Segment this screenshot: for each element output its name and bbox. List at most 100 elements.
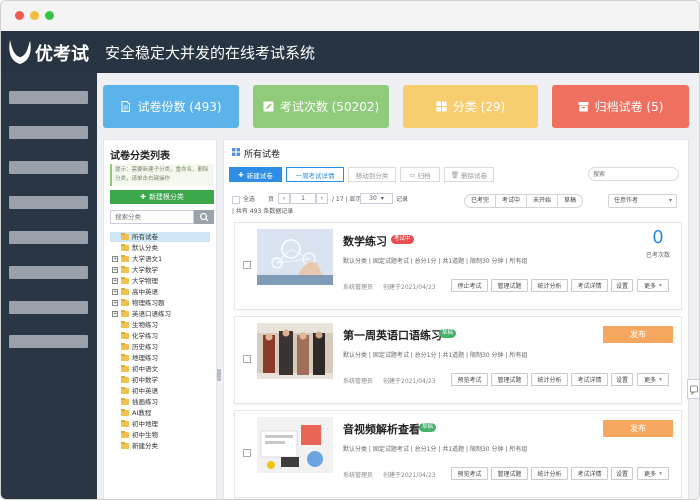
exam-meta: 默认分类 | 固定试题考试 | 总分1分 | 共1道题 | 限制30 分钟 | … [343, 258, 528, 265]
exam-list-title: 所有试卷 [244, 150, 281, 160]
next-page-button[interactable]: › [316, 193, 328, 204]
app-window: 优考试 安全稳定大并发的在线考试系统 试卷份数 (493) 考试次数 (5020… [0, 0, 700, 500]
manage-questions-button[interactable]: 管理试题 [491, 373, 528, 386]
new-exam-button[interactable]: ✚ 新建试卷 [229, 167, 282, 182]
stat-exam-count[interactable]: 考试次数 (50202) [253, 85, 389, 128]
exam-detail-button[interactable]: 考试详情 [571, 467, 608, 480]
delete-exam-button[interactable]: 🗑 删除试卷 [444, 167, 494, 182]
publish-button[interactable]: 发布 [603, 326, 673, 343]
sidebar-item-3[interactable] [9, 161, 88, 174]
statistics-button[interactable]: 统计分析 [531, 373, 568, 386]
filter-in-progress[interactable]: 考试中 [496, 195, 528, 207]
exam-thumbnail [257, 323, 333, 379]
exam-title[interactable]: 音视频解析查看 [343, 421, 420, 437]
sidebar-item-4[interactable] [9, 196, 88, 209]
exam-detail-button[interactable]: 考试详情 [571, 373, 608, 386]
status-badge: 考试中 [391, 235, 414, 244]
settings-button[interactable]: 设置 [611, 467, 633, 480]
prev-page-button[interactable]: ‹ [278, 193, 290, 204]
per-page-select[interactable]: 30 ▾ [360, 193, 393, 204]
exam-title[interactable]: 第一周英语口语练习 [343, 327, 442, 343]
expand-icon[interactable]: + [112, 289, 118, 295]
filter-finished[interactable]: 已考完 [465, 195, 497, 207]
sidebar-item-6[interactable] [9, 266, 88, 279]
tree-item[interactable]: 所有试卷 [110, 232, 210, 242]
tree-item-label: 大学物理 [132, 277, 158, 285]
expand-icon[interactable]: + [112, 256, 118, 262]
filter-draft[interactable]: 草稿 [558, 195, 582, 207]
settings-button[interactable]: 设置 [611, 373, 633, 386]
tree-item-label: 初中语文 [132, 365, 158, 373]
more-button[interactable]: 更多 ▾ [637, 279, 669, 292]
chevron-down-icon: ▾ [659, 376, 663, 383]
manage-questions-button[interactable]: 管理试题 [491, 467, 528, 480]
stat-exam-papers[interactable]: 试卷份数 (493) [103, 85, 239, 128]
exam-thumbnail [257, 417, 333, 473]
tree-item-label: 化学练习 [132, 332, 158, 340]
exam-card: 数学练习 考试中 默认分类 | 固定试题考试 | 总分1分 | 共1道题 | 限… [234, 222, 682, 310]
expand-icon[interactable]: + [112, 311, 118, 317]
panel-resize-handle[interactable] [217, 369, 221, 381]
manage-questions-button[interactable]: 管理试题 [491, 279, 528, 292]
page-input[interactable]: 1 [290, 193, 316, 204]
folder-icon [121, 288, 129, 295]
exam-count-label: 已考次数 [645, 252, 670, 259]
exam-search-input[interactable] [588, 167, 679, 181]
folder-icon [121, 387, 129, 394]
sidebar-item-7[interactable] [9, 301, 88, 314]
category-search-button[interactable] [194, 210, 214, 224]
stat-archived[interactable]: 归档试卷 (5) [552, 85, 689, 128]
stat-categories[interactable]: 分类 (29) [403, 85, 538, 128]
tree-item-label: 生物练习 [132, 321, 158, 329]
exam-title[interactable]: 数学练习 [343, 233, 387, 249]
folder-icon [121, 343, 129, 350]
statistics-button[interactable]: 统计分析 [531, 279, 568, 292]
minimize-window-button[interactable] [30, 11, 39, 20]
status-badge: 草稿 [439, 329, 457, 338]
sidebar-item-5[interactable] [9, 231, 88, 244]
folder-icon [121, 332, 129, 339]
week-detail-button[interactable]: 一周考试详情 [286, 167, 344, 182]
trash-icon: 🗑 [450, 170, 460, 179]
settings-button[interactable]: 设置 [611, 279, 633, 292]
publish-button[interactable]: 发布 [603, 420, 673, 437]
category-panel: 试卷分类列表 提示：需要新建子分类，重命名，删除分类，请单击右键操作 ✚ 新建根… [103, 139, 217, 499]
select-all-label: 全选 [243, 196, 256, 203]
new-root-category-button[interactable]: ✚ 新建根分类 [110, 190, 214, 204]
folder-icon [121, 277, 129, 284]
folder-icon [121, 431, 129, 438]
exam-checkbox[interactable] [243, 261, 251, 269]
edit-icon [263, 101, 274, 112]
more-button[interactable]: 更多 ▾ [637, 373, 669, 386]
creator-select[interactable]: 任意作者 [608, 194, 677, 208]
expand-icon[interactable]: + [112, 300, 118, 306]
filter-not-started[interactable]: 未开始 [527, 195, 559, 207]
folder-icon [121, 409, 129, 416]
preview-exam-button[interactable]: 预览考试 [451, 467, 488, 480]
app-slogan: 安全稳定大并发的在线考试系统 [105, 44, 316, 62]
exam-checkbox[interactable] [243, 355, 251, 363]
folder-icon [121, 398, 129, 405]
sidebar-item-8[interactable] [9, 335, 88, 348]
grid-icon [436, 101, 447, 112]
expand-icon[interactable]: + [112, 267, 118, 273]
new-root-label: 新建根分类 [148, 193, 184, 201]
category-search-input[interactable] [110, 210, 194, 224]
more-button[interactable]: 更多 ▾ [637, 467, 669, 480]
stop-exam-button[interactable]: 停止考试 [451, 279, 488, 292]
logo-icon [9, 39, 31, 64]
statistics-button[interactable]: 统计分析 [531, 467, 568, 480]
maximize-window-button[interactable] [45, 11, 54, 20]
sidebar-item-2[interactable] [9, 126, 88, 139]
close-window-button[interactable] [15, 11, 24, 20]
expand-icon[interactable]: + [112, 278, 118, 284]
select-all-checkbox[interactable] [232, 196, 240, 204]
feedback-tab[interactable] [687, 379, 699, 399]
sidebar-item-1[interactable] [9, 91, 88, 104]
archive-button[interactable]: ▭ 归档 [400, 167, 440, 182]
exam-checkbox[interactable] [243, 449, 251, 457]
exam-detail-button[interactable]: 考试详情 [571, 279, 608, 292]
move-category-button[interactable]: 移动到分类 [348, 167, 396, 182]
category-tree: 所有试卷 默认分类 + 大学语文1 + 大学数学 + 大学物理 + 高中英语 + 物理练习题 + 英语口语… [110, 232, 214, 499]
preview-exam-button[interactable]: 预览考试 [451, 373, 488, 386]
